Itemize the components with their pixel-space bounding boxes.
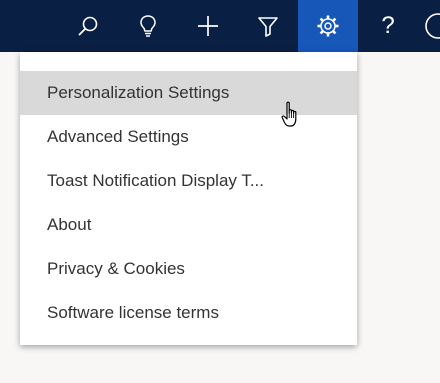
plus-icon [198,16,218,36]
new-button[interactable] [178,0,238,52]
filter-icon [258,17,278,37]
menu-item-about[interactable]: About [20,203,357,247]
search-button[interactable] [58,0,118,52]
top-navigation-bar: ? [0,0,440,52]
menu-item-toast-notification-display[interactable]: Toast Notification Display T... [20,159,357,203]
help-button[interactable]: ? [358,0,418,52]
help-icon: ? [381,12,395,39]
lightbulb-icon [140,15,156,37]
search-icon [78,16,98,36]
menu-item-software-license-terms[interactable]: Software license terms [20,291,357,335]
filter-button[interactable] [238,0,298,52]
settings-button[interactable] [298,0,358,52]
menu-item-personalization-settings[interactable]: Personalization Settings [20,71,357,115]
gear-icon [317,15,339,37]
settings-dropdown-menu: Personalization Settings Advanced Settin… [20,52,357,345]
avatar-icon [425,13,440,39]
menu-item-privacy-cookies[interactable]: Privacy & Cookies [20,247,357,291]
user-avatar-button[interactable] [418,0,440,52]
lightbulb-button[interactable] [118,0,178,52]
menu-item-advanced-settings[interactable]: Advanced Settings [20,115,357,159]
